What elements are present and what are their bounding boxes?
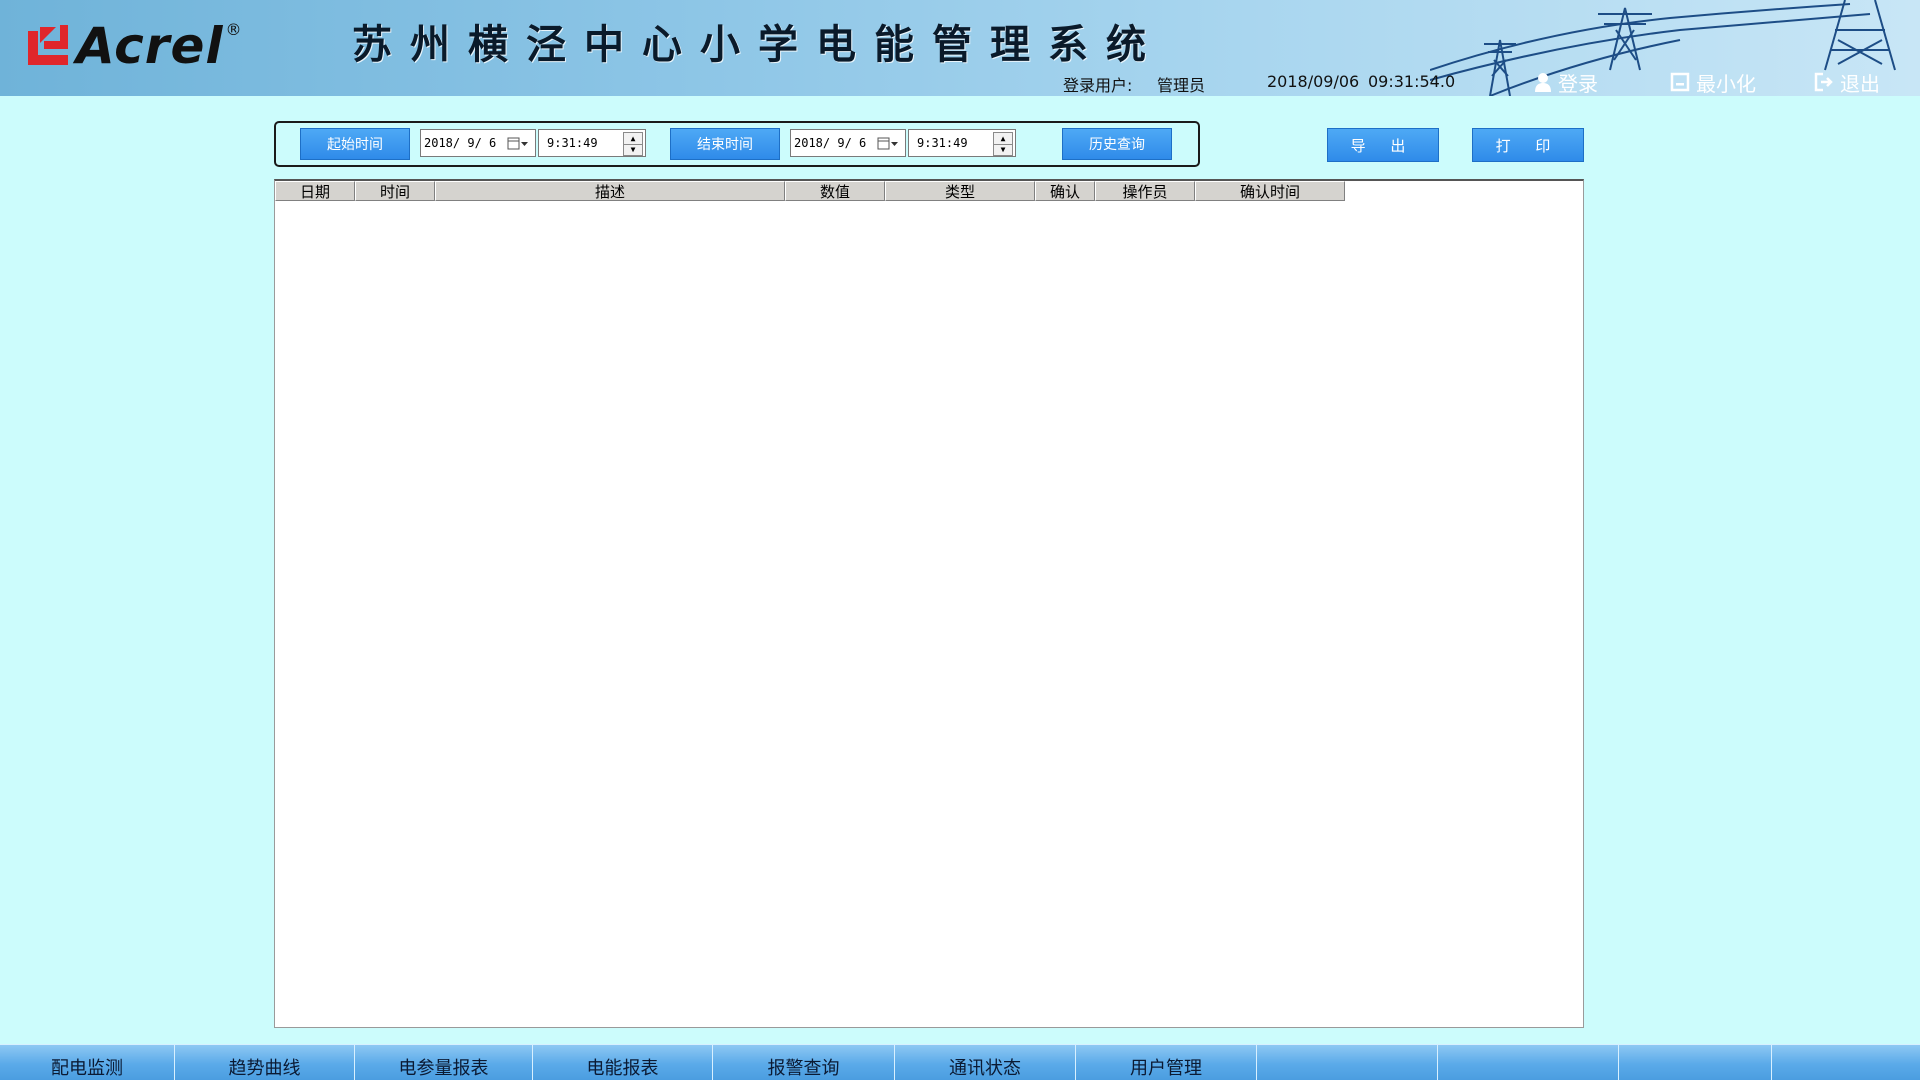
start-date-value: 2018/ 9/ 6: [424, 136, 497, 150]
column-header-time[interactable]: 时间: [355, 181, 435, 201]
print-button[interactable]: 打 印: [1472, 128, 1584, 162]
login-button[interactable]: 登录: [1534, 68, 1598, 96]
query-panel: 起始时间 2018/ 9/ 6 9:31:49 ▲ ▼ 结束时间 2018/ 9…: [274, 121, 1200, 167]
spin-down-icon[interactable]: ▼: [624, 145, 642, 156]
spin-up-icon[interactable]: ▲: [624, 133, 642, 145]
tab-distribution-monitor[interactable]: 配电监测: [0, 1044, 175, 1080]
page-title: 苏州横泾中心小学电能管理系统: [352, 21, 1164, 68]
exit-icon: [1814, 72, 1833, 92]
start-time-input[interactable]: 9:31:49 ▲ ▼: [538, 129, 646, 157]
start-time-button[interactable]: 起始时间: [300, 128, 410, 160]
tab-alarm-query[interactable]: 报警查询: [713, 1044, 895, 1080]
bottom-nav: 配电监测 趋势曲线 电参量报表 电能报表 报警查询 通讯状态 用户管理: [0, 1044, 1920, 1080]
logo-registered-mark: ®: [225, 20, 242, 39]
tab-trend-curve[interactable]: 趋势曲线: [175, 1044, 355, 1080]
current-date: 2018/09/06: [1267, 72, 1360, 91]
column-header-value[interactable]: 数值: [785, 181, 885, 201]
column-header-confirm-time[interactable]: 确认时间: [1195, 181, 1345, 201]
tab-energy-report[interactable]: 电能报表: [533, 1044, 713, 1080]
spin-up-icon[interactable]: ▲: [994, 133, 1012, 145]
tab-parameter-report[interactable]: 电参量报表: [355, 1044, 533, 1080]
tab-empty-3[interactable]: [1619, 1044, 1772, 1080]
minimize-button-label: 最小化: [1696, 71, 1756, 96]
minimize-button[interactable]: 最小化: [1670, 68, 1756, 96]
column-header-confirm[interactable]: 确认: [1035, 181, 1095, 201]
column-header-type[interactable]: 类型: [885, 181, 1035, 201]
table-header: 日期 时间 描述 数值 类型 确认 操作员 确认时间: [275, 181, 1345, 201]
calendar-dropdown-icon[interactable]: [507, 137, 529, 151]
tab-empty-2[interactable]: [1438, 1044, 1619, 1080]
spin-down-icon[interactable]: ▼: [994, 145, 1012, 156]
exit-button-label: 退出: [1840, 71, 1880, 96]
end-date-value: 2018/ 9/ 6: [794, 136, 867, 150]
login-user-name: 管理员: [1157, 76, 1206, 95]
login-button-label: 登录: [1558, 71, 1598, 96]
start-time-value: 9:31:49: [547, 136, 598, 150]
current-time: 09:31:54.0: [1368, 72, 1456, 91]
logo-text: Acrel: [76, 17, 224, 75]
end-time-button[interactable]: 结束时间: [670, 128, 780, 160]
tab-comm-status[interactable]: 通讯状态: [895, 1044, 1076, 1080]
acrel-logo-mark-icon: [28, 25, 68, 65]
column-header-date[interactable]: 日期: [275, 181, 355, 201]
end-time-input[interactable]: 9:31:49 ▲ ▼: [908, 129, 1016, 157]
user-icon: [1535, 73, 1551, 92]
history-query-button[interactable]: 历史查询: [1062, 128, 1172, 160]
tab-user-management[interactable]: 用户管理: [1076, 1044, 1257, 1080]
calendar-dropdown-icon[interactable]: [877, 137, 899, 151]
tab-empty-4[interactable]: [1772, 1044, 1920, 1080]
end-time-value: 9:31:49: [917, 136, 968, 150]
exit-button[interactable]: 退出: [1814, 68, 1880, 96]
end-time-spinner[interactable]: ▲ ▼: [993, 132, 1013, 156]
login-user-label: 登录用户:: [1063, 76, 1133, 95]
app-header: Acrel ® 苏州横泾中心小学电能管理系统 登录用户: 管理员 2018/09: [0, 0, 1920, 96]
column-header-operator[interactable]: 操作员: [1095, 181, 1195, 201]
tab-empty-1[interactable]: [1257, 1044, 1438, 1080]
alarm-table[interactable]: 日期 时间 描述 数值 类型 确认 操作员 确认时间: [274, 179, 1584, 1028]
minimize-icon: [1670, 72, 1690, 92]
start-date-picker[interactable]: 2018/ 9/ 6: [420, 129, 536, 157]
start-time-spinner[interactable]: ▲ ▼: [623, 132, 643, 156]
column-header-description[interactable]: 描述: [435, 181, 785, 201]
export-button[interactable]: 导 出: [1327, 128, 1439, 162]
acrel-logo: Acrel ®: [26, 17, 242, 75]
end-date-picker[interactable]: 2018/ 9/ 6: [790, 129, 906, 157]
